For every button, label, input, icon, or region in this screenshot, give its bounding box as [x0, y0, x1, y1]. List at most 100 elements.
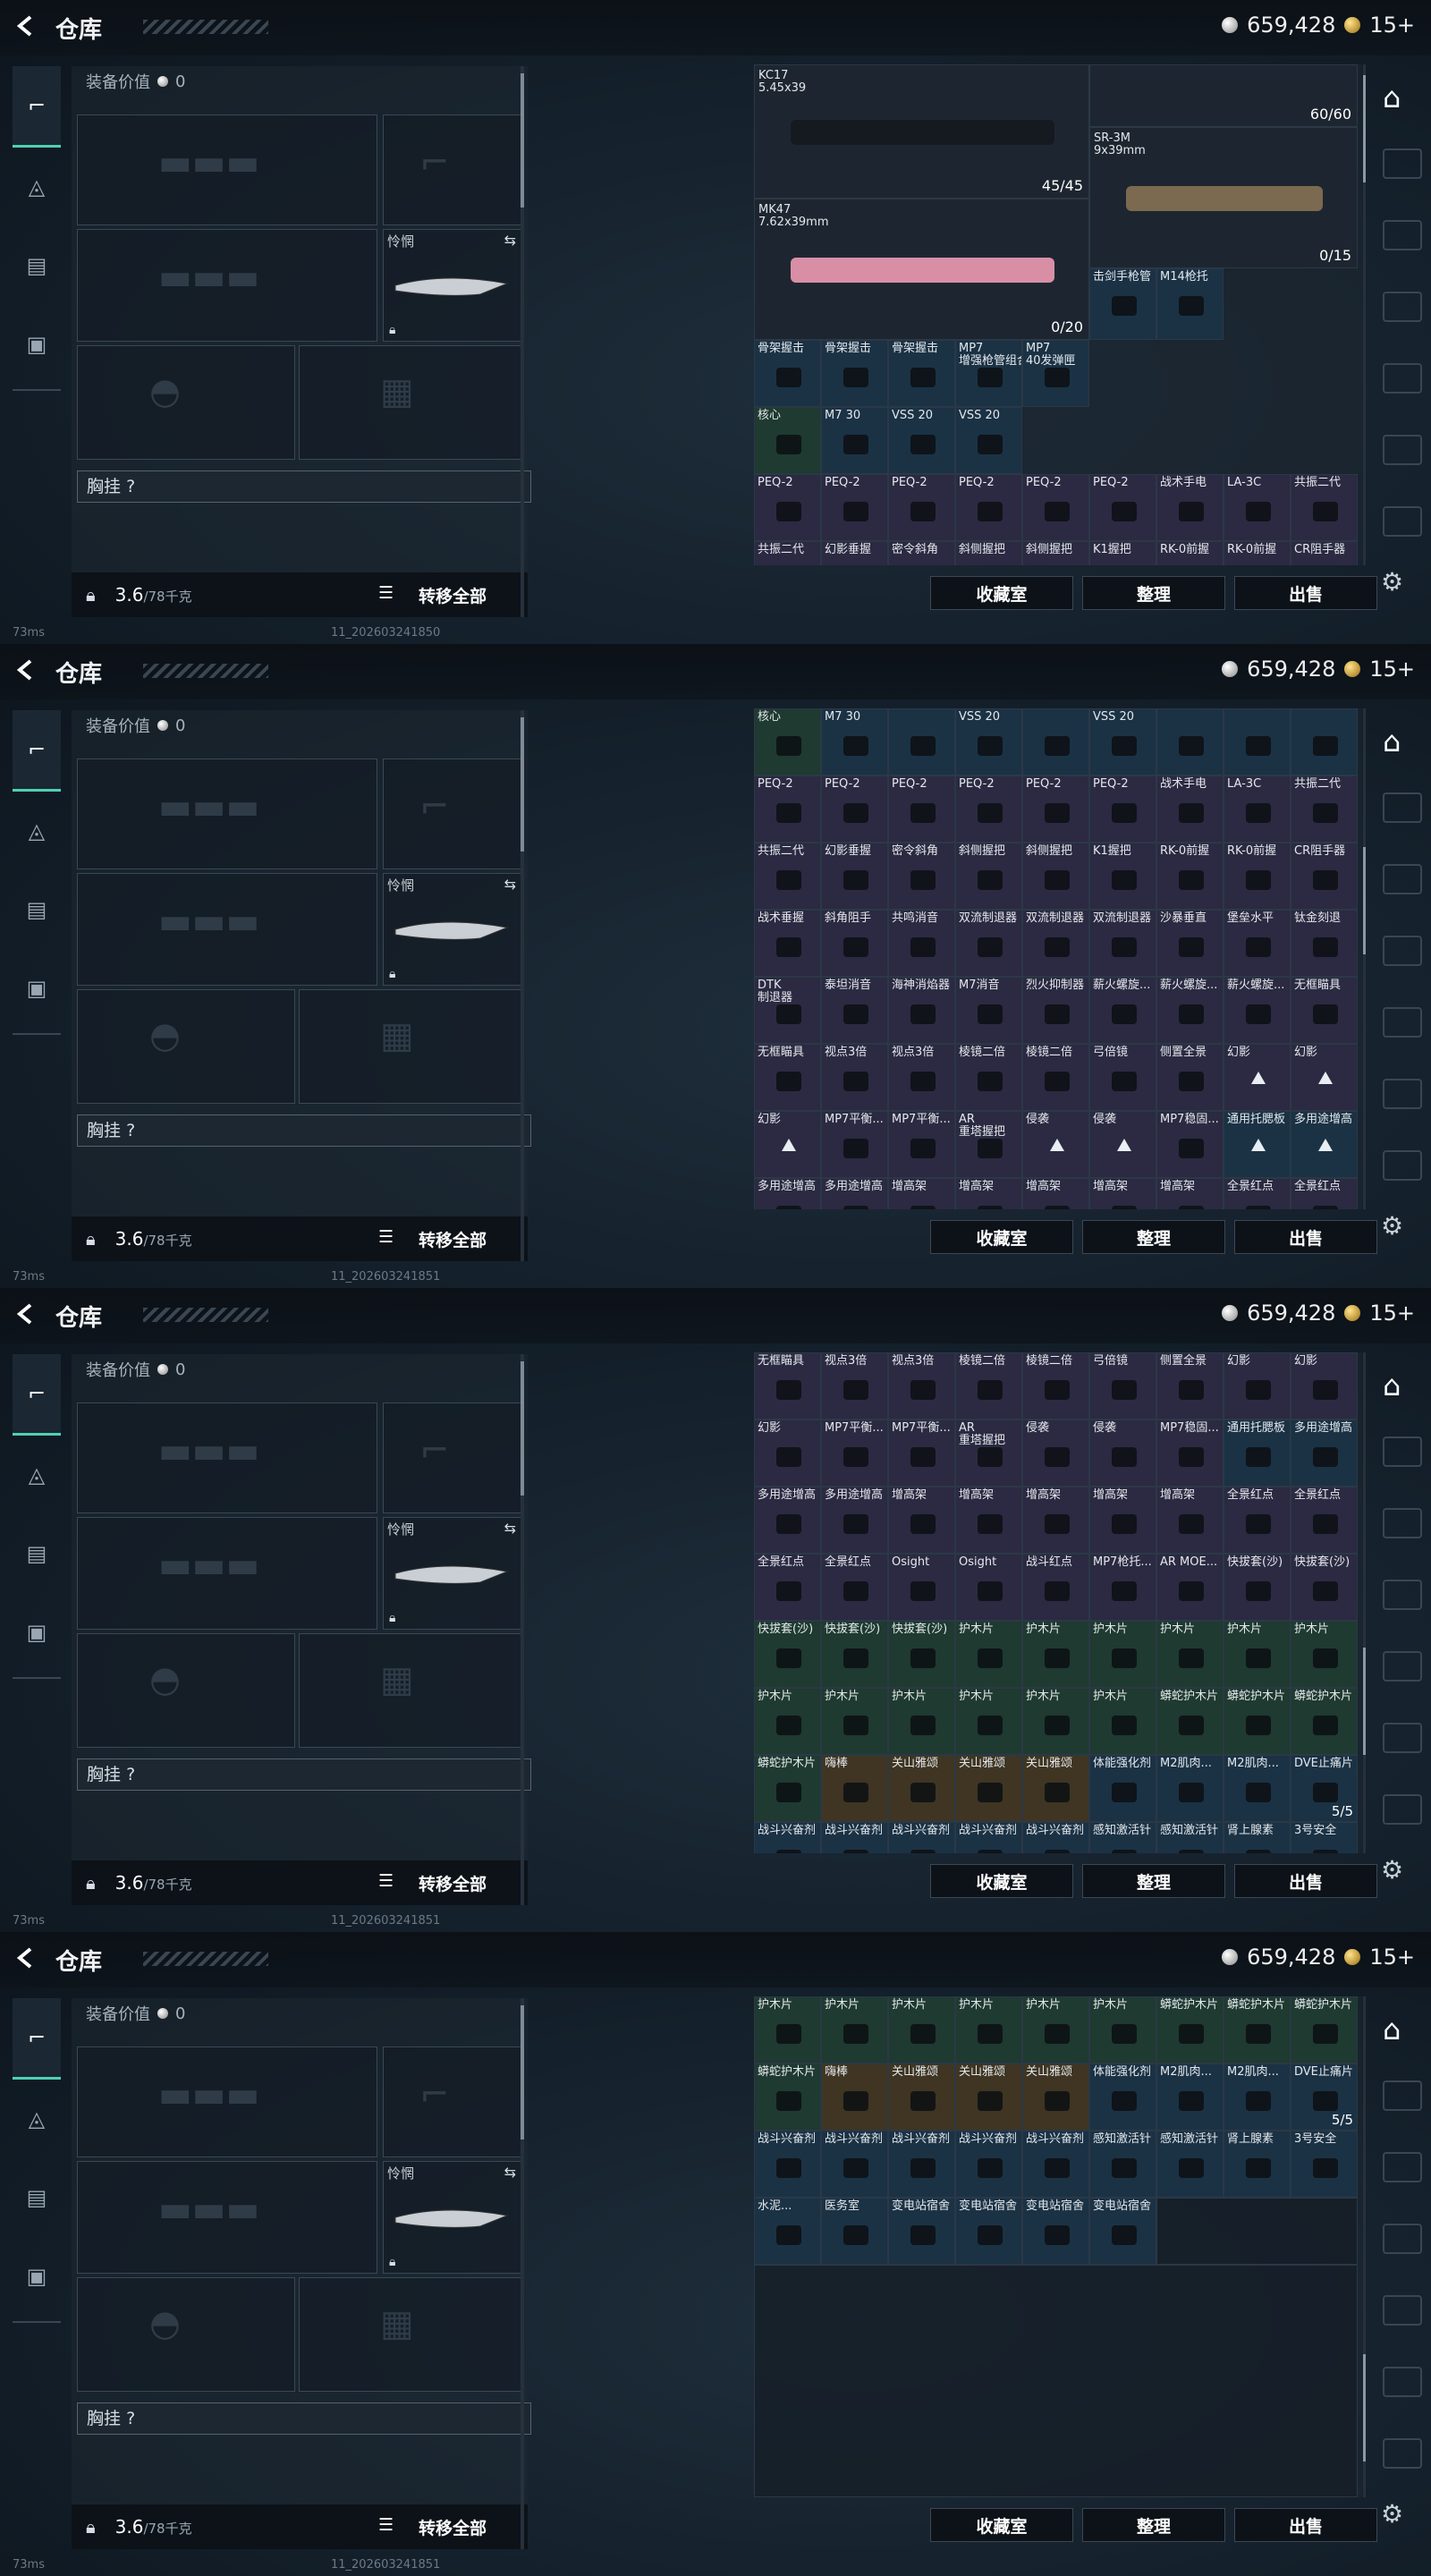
- filter-gear-icon[interactable]: [1383, 2295, 1422, 2326]
- helmet-slot[interactable]: ◓: [77, 989, 295, 1104]
- tab-helmet[interactable]: ◬: [13, 148, 61, 226]
- sell-button[interactable]: 出售: [1234, 1864, 1377, 1898]
- stash-item[interactable]: 护木片: [1224, 1621, 1291, 1688]
- filter-all-icon[interactable]: ⌂: [1383, 724, 1418, 758]
- stash-item[interactable]: 护木片: [1022, 1688, 1089, 1755]
- stash-item[interactable]: Osight: [888, 1554, 955, 1621]
- stash-item[interactable]: 斜侧握把: [1022, 843, 1089, 910]
- stash-item[interactable]: MP7平衡...: [888, 1419, 955, 1487]
- stash-item[interactable]: MP7平衡...: [821, 1111, 888, 1178]
- armor-slot[interactable]: ▦: [299, 345, 522, 460]
- filter-ammo-icon[interactable]: [1383, 1580, 1422, 1610]
- stash-item[interactable]: 战斗兴奋剂: [821, 1822, 888, 1853]
- stash-item[interactable]: 斜侧握把: [955, 541, 1022, 565]
- melee-slot[interactable]: 怜惘 ⇆ 🔒︎: [383, 873, 522, 986]
- filter-meds-icon[interactable]: [1383, 2367, 1422, 2397]
- tab-helmet[interactable]: ◬: [13, 1436, 61, 1514]
- stash-item[interactable]: 侵袭: [1089, 1111, 1156, 1178]
- stash-item[interactable]: 蟒蛇护木片: [1156, 1996, 1224, 2063]
- stash-item[interactable]: M14枪托: [1156, 268, 1224, 340]
- stash-item[interactable]: 关山雅颂: [1022, 2063, 1089, 2131]
- weapon-sr3m[interactable]: SR-3M 9x39mm 0/15: [1089, 127, 1358, 268]
- stash-item[interactable]: 沙暴垂直: [1156, 910, 1224, 977]
- stash-item[interactable]: 关山雅颂: [888, 1755, 955, 1822]
- stash-item[interactable]: 蟒蛇护木片: [1224, 1688, 1291, 1755]
- filter-ammo-icon[interactable]: [1383, 292, 1422, 322]
- stash-item[interactable]: MP7稳固...: [1156, 1111, 1224, 1178]
- equipment-scrollbar[interactable]: [521, 710, 524, 1261]
- stash-item[interactable]: 护木片: [821, 1996, 888, 2063]
- stash-item[interactable]: 棱镜二倍: [955, 1352, 1022, 1419]
- filter-ammo-icon[interactable]: [1383, 2224, 1422, 2254]
- stash-item[interactable]: MP7平衡...: [821, 1419, 888, 1487]
- stash-item[interactable]: 视点3倍: [888, 1044, 955, 1111]
- stash-item[interactable]: 弓倍镜: [1089, 1352, 1156, 1419]
- stash-item[interactable]: LA-3C: [1224, 474, 1291, 541]
- sort-button[interactable]: 整理: [1082, 2508, 1225, 2542]
- stash-item[interactable]: 共振二代: [754, 843, 821, 910]
- stash-item[interactable]: 烈火抑制器: [1022, 977, 1089, 1044]
- primary-weapon-slot[interactable]: ▬▬▬: [77, 114, 377, 225]
- stash-item[interactable]: DVE止痛片 5/5: [1291, 2063, 1358, 2131]
- equipment-scrollbar[interactable]: [521, 1998, 524, 2549]
- stash-item[interactable]: 战斗红点: [1022, 1554, 1089, 1621]
- stash-item[interactable]: 战术垂握: [754, 910, 821, 977]
- stash-item[interactable]: 多用途增高: [821, 1178, 888, 1209]
- stash-item[interactable]: 共振二代: [754, 541, 821, 565]
- stash-item[interactable]: 全景红点: [821, 1554, 888, 1621]
- stash-item[interactable]: 快拔套(沙): [1224, 1554, 1291, 1621]
- stash-item[interactable]: 战斗兴奋剂: [754, 2131, 821, 2198]
- stash-item[interactable]: 关山雅颂: [955, 1755, 1022, 1822]
- pistol-slot[interactable]: ⌐: [383, 1402, 522, 1513]
- stash-item[interactable]: 感知激活针: [1156, 2131, 1224, 2198]
- tab-helmet[interactable]: ◬: [13, 792, 61, 870]
- gear-icon[interactable]: ⚙: [1381, 2499, 1403, 2529]
- stash-item[interactable]: [1156, 708, 1224, 775]
- tab-weapons[interactable]: ⌐: [13, 66, 61, 148]
- stash-item[interactable]: 护木片: [821, 1688, 888, 1755]
- stash-item[interactable]: M7 30: [821, 708, 888, 775]
- stash-item[interactable]: 无框瞄具: [754, 1352, 821, 1419]
- stash-item[interactable]: PEQ-2: [1089, 775, 1156, 843]
- secondary-weapon-slot[interactable]: ▬▬▬: [77, 229, 377, 342]
- stash-item[interactable]: 棱镜二倍: [1022, 1352, 1089, 1419]
- stash-item[interactable]: 快拔套(沙): [821, 1621, 888, 1688]
- stash-item[interactable]: [1291, 708, 1358, 775]
- tab-vest[interactable]: ▤: [13, 2158, 61, 2237]
- stash-item[interactable]: 战术手电: [1156, 474, 1224, 541]
- melee-slot[interactable]: 怜惘 ⇆ 🔒︎: [383, 1517, 522, 1630]
- stash-item[interactable]: PEQ-2: [754, 474, 821, 541]
- stash-item[interactable]: 变电站宿舍: [955, 2198, 1022, 2265]
- stash-item[interactable]: 斜角阻手: [821, 910, 888, 977]
- stash-item[interactable]: 密令斜角: [888, 843, 955, 910]
- stash-item[interactable]: 变电站宿舍: [1089, 2198, 1156, 2265]
- stash-item[interactable]: 幻影: [1291, 1044, 1358, 1111]
- stash-item[interactable]: 击剑手枪管: [1089, 268, 1156, 340]
- stash-item[interactable]: 幻影垂握: [821, 843, 888, 910]
- chest-rig-slot[interactable]: 胸挂 ?: [77, 2402, 531, 2435]
- stash-item[interactable]: K1握把: [1089, 541, 1156, 565]
- filter-attachments-icon[interactable]: [1383, 220, 1422, 250]
- stash-item[interactable]: 医务室: [821, 2198, 888, 2265]
- stash-item[interactable]: 通用托腮板: [1224, 1111, 1291, 1178]
- stash-item[interactable]: 护木片: [888, 1688, 955, 1755]
- stash-item[interactable]: 全景红点: [754, 1554, 821, 1621]
- swap-icon[interactable]: ⇆: [504, 1520, 516, 1537]
- empty-stash-area[interactable]: [754, 2265, 1358, 2497]
- stash-item[interactable]: 快拔套(沙): [754, 1621, 821, 1688]
- stash-item[interactable]: 视点3倍: [888, 1352, 955, 1419]
- stash-item[interactable]: 双流制退器: [955, 910, 1022, 977]
- stash-item[interactable]: 嗨棒: [821, 1755, 888, 1822]
- stash-item[interactable]: 双流制退器: [1022, 910, 1089, 977]
- filter-attachments-icon[interactable]: [1383, 2152, 1422, 2182]
- helmet-slot[interactable]: ◓: [77, 2277, 295, 2392]
- stash-item[interactable]: 斜侧握把: [1022, 541, 1089, 565]
- pistol-slot[interactable]: ⌐: [383, 758, 522, 869]
- stash-item[interactable]: CR阻手器: [1291, 541, 1358, 565]
- transfer-all-button[interactable]: ☰ 转移全部: [378, 2515, 487, 2539]
- stash-item[interactable]: 护木片: [1022, 1996, 1089, 2063]
- stash-item[interactable]: PEQ-2: [821, 474, 888, 541]
- stash-item[interactable]: 幻影: [754, 1419, 821, 1487]
- stash-item[interactable]: PEQ-2: [821, 775, 888, 843]
- chest-rig-slot[interactable]: 胸挂 ?: [77, 1114, 531, 1147]
